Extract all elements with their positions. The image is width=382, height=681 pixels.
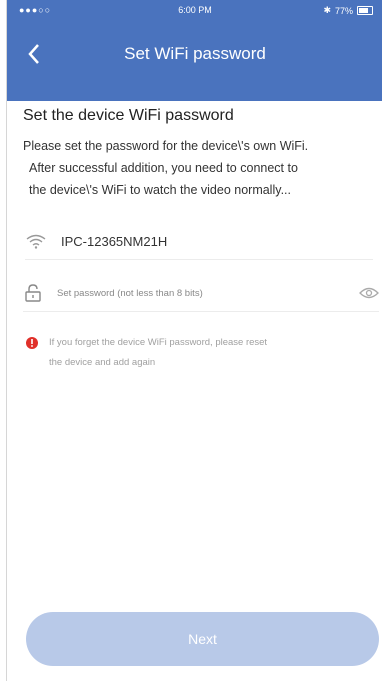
section-heading: Set the device WiFi password <box>23 107 234 124</box>
warning-line: If you forget the device WiFi password, … <box>49 337 268 348</box>
warning-note: If you forget the device WiFi password, … <box>25 333 375 373</box>
app-screen: ●●●○○ 6:00 PM ✱ 77% Set WiFi password Se… <box>6 0 382 681</box>
description-line: the device\'s WiFi to watch the video no… <box>29 183 291 197</box>
battery-icon <box>357 6 373 15</box>
password-placeholder: Set password (not less than 8 bits) <box>57 287 203 299</box>
wifi-icon <box>26 234 46 249</box>
ssid-value: IPC-12365NM21H <box>61 233 168 249</box>
description: Please set the password for the device\'… <box>23 135 379 201</box>
eye-icon[interactable] <box>359 286 379 300</box>
warning-icon <box>26 337 38 349</box>
description-line: After successful addition, you need to c… <box>29 161 298 175</box>
next-button[interactable]: Next <box>26 612 379 666</box>
nav-bar: Set WiFi password <box>7 38 382 72</box>
status-bar: ●●●○○ 6:00 PM ✱ 77% <box>7 0 382 22</box>
status-right: ✱ 77% <box>323 5 373 16</box>
ssid-row: IPC-12365NM21H <box>25 223 373 260</box>
password-field[interactable]: Set password (not less than 8 bits) <box>23 275 379 312</box>
description-line: Please set the password for the device\'… <box>23 139 309 153</box>
bluetooth-icon: ✱ <box>323 5 331 15</box>
lock-icon <box>25 284 41 302</box>
warning-line: the device and add again <box>49 357 156 368</box>
battery-percent: 77% <box>334 5 353 16</box>
page-title: Set WiFi password <box>124 44 266 63</box>
warning-text: If you forget the device WiFi password, … <box>49 333 267 373</box>
header-bar: ●●●○○ 6:00 PM ✱ 77% Set WiFi password <box>7 0 382 101</box>
